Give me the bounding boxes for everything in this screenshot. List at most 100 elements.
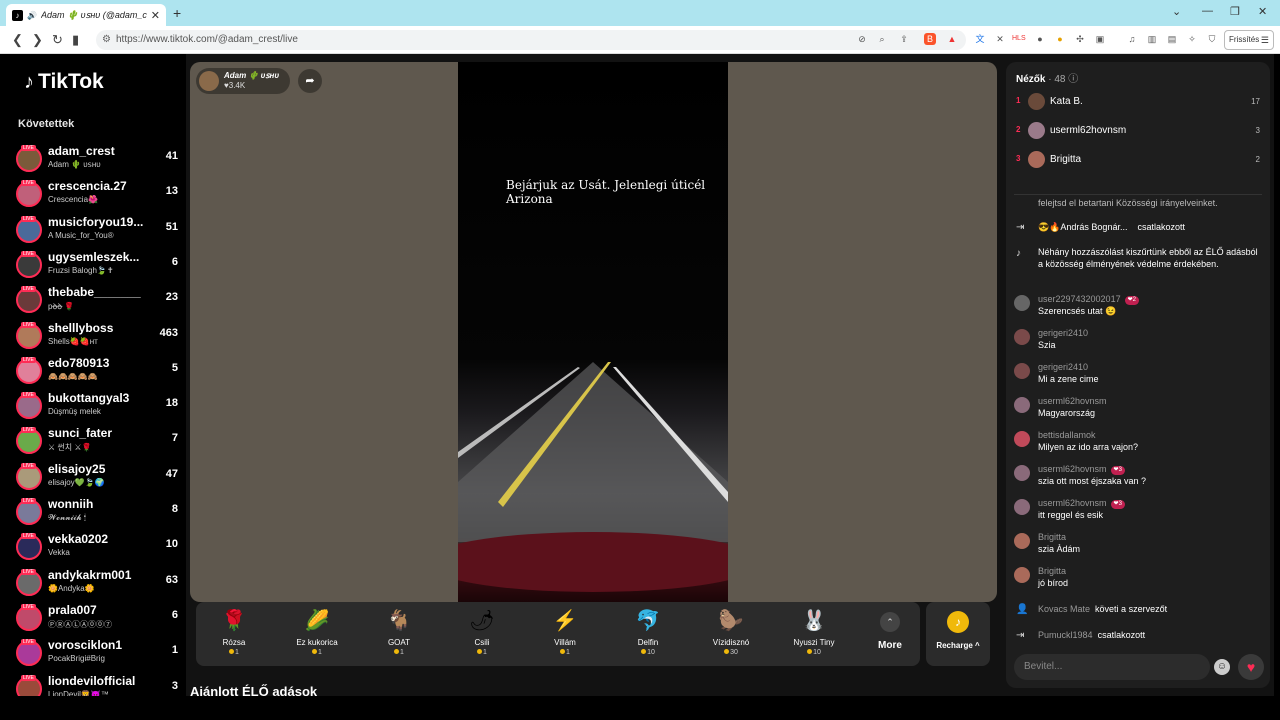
avatar[interactable]: [1014, 465, 1030, 481]
following-item[interactable]: LIVE vekka0202 Vekka 10: [16, 532, 182, 564]
gift-item[interactable]: 🌽 Ez kukorica 1: [282, 606, 352, 664]
new-tab-icon[interactable]: +: [173, 5, 181, 21]
gift-item[interactable]: 🐐 GOAT 1: [364, 606, 434, 664]
avatar[interactable]: [1014, 329, 1030, 345]
info-icon[interactable]: ⓘ: [1068, 74, 1078, 85]
media-control-icon[interactable]: ♫: [1126, 33, 1138, 45]
following-item[interactable]: LIVE shelllyboss Shells🍓🍓ʜᴛ 463: [16, 321, 182, 353]
zoom-icon[interactable]: ⌕: [876, 33, 888, 45]
update-button[interactable]: Frissítés ☰: [1224, 30, 1274, 50]
back-icon[interactable]: ❮: [12, 32, 23, 48]
avatar[interactable]: [1014, 567, 1030, 583]
live-video[interactable]: Bejárjuk az Usát. Jelenlegi úticél Arizo…: [458, 62, 728, 602]
following-item[interactable]: LIVE prala007 ⓅⓇⒶⓁⒶ⓪⓪⑦ 6: [16, 603, 182, 635]
gift-item[interactable]: 🌶 Csili 1: [447, 606, 517, 664]
avatar[interactable]: [1014, 499, 1030, 515]
host-avatar[interactable]: [199, 71, 219, 91]
join-action: csatlakozott: [1137, 222, 1186, 232]
following-item[interactable]: LIVE sunci_fater ⚔ 썬치 ⚔🌹 7: [16, 426, 182, 458]
screenshot-extension-icon[interactable]: ▣: [1094, 33, 1106, 45]
chat-username[interactable]: userml62hovnsm: [1038, 396, 1107, 406]
hls-extension-icon[interactable]: HLS: [1012, 33, 1026, 45]
recharge-button[interactable]: ♪ Recharge ^: [926, 602, 990, 666]
following-item[interactable]: LIVE ugysemleszek... Fruzsi Balogh🍃✝ 6: [16, 250, 182, 282]
recommended-live-title: Ajánlott ÉLŐ adások: [190, 684, 318, 696]
gift-item[interactable]: 🐬 Delfin 10: [613, 606, 683, 664]
following-item[interactable]: LIVE bukottangyal3 Dùşmüş melek 18: [16, 391, 182, 423]
brave-shield-icon[interactable]: B: [924, 33, 936, 45]
x-extension-icon[interactable]: ✕: [994, 33, 1006, 45]
viewer-name: Kata B.: [1050, 96, 1083, 107]
gift-item[interactable]: ⚡ Villám 1: [530, 606, 600, 664]
avatar[interactable]: [1028, 122, 1045, 139]
following-item[interactable]: LIVE vorosciklon1 PocakBrigi#Brig 1: [16, 638, 182, 670]
puzzle-extension-icon[interactable]: ✣: [1074, 33, 1086, 45]
chat-username[interactable]: userml62hovnsm ❤3: [1038, 498, 1125, 509]
following-item[interactable]: LIVE thebabe_______ pꝺ̶ꝺ̶ 🌹 23: [16, 285, 182, 317]
reload-icon[interactable]: ↻: [52, 32, 63, 48]
avatar[interactable]: [1014, 533, 1030, 549]
browser-tab[interactable]: ♪ 🔊 Adam 🌵 ᴜꜱʜᴜ (@adam_crest ✕: [6, 4, 166, 26]
rewards-icon[interactable]: ▲: [946, 33, 958, 45]
gift-item[interactable]: 🦫 Vízidisznó 30: [696, 606, 766, 664]
top-viewer-row[interactable]: 2 userml62hovnsm 3: [1016, 121, 1260, 141]
translate-off-icon[interactable]: ⊘: [856, 33, 868, 45]
restore-icon[interactable]: ❐: [1230, 5, 1240, 18]
follow-user[interactable]: Kovacs Mate: [1038, 604, 1090, 614]
tab-search-icon[interactable]: ⌄: [1172, 5, 1181, 18]
avatar[interactable]: [1014, 295, 1030, 311]
color-extension-icon[interactable]: ●: [1054, 33, 1066, 45]
live-player[interactable]: Bejárjuk az Usát. Jelenlegi úticél Arizo…: [190, 62, 997, 602]
sidebar-toggle-icon[interactable]: ▥: [1146, 33, 1158, 45]
leo-ai-icon[interactable]: ✧: [1186, 33, 1198, 45]
wallet-icon[interactable]: ▤: [1166, 33, 1178, 45]
top-viewer-row[interactable]: 3 Brigitta 2: [1016, 150, 1260, 170]
top-viewer-row[interactable]: 1 Kata B. 17: [1016, 92, 1260, 112]
avatar[interactable]: [1014, 397, 1030, 413]
avatar[interactable]: [1014, 363, 1030, 379]
join-user[interactable]: 😎🔥András Bognár...: [1038, 222, 1127, 232]
share-icon[interactable]: ➦: [298, 69, 322, 93]
close-tab-icon[interactable]: ✕: [151, 9, 160, 22]
following-item[interactable]: LIVE liondevilofficial LionDevil🦁😈™ 3: [16, 674, 182, 696]
avatar[interactable]: [1028, 93, 1045, 110]
following-item[interactable]: LIVE edo780913 🙈🙈🙈🙈🙈 5: [16, 356, 182, 388]
site-info-icon[interactable]: ⚙: [102, 30, 111, 50]
chat-username[interactable]: gerigeri2410: [1038, 328, 1088, 338]
following-item[interactable]: LIVE crescencia.27 Crescencia🌺 13: [16, 179, 182, 211]
following-item[interactable]: LIVE elisajoy25 elisajoy💚🍃🌍 47: [16, 462, 182, 494]
close-window-icon[interactable]: ✕: [1258, 5, 1267, 18]
following-item[interactable]: LIVE andykakrm001 🌼Andyka🌼 63: [16, 568, 182, 600]
chat-username[interactable]: Brigitta: [1038, 532, 1066, 542]
heart-icon[interactable]: ♥: [1238, 654, 1264, 680]
chat-username[interactable]: Brigitta: [1038, 566, 1066, 576]
chat-message: userml62hovnsm Magyarország: [1014, 396, 1262, 424]
chat-username[interactable]: bettisdallamok: [1038, 430, 1096, 440]
gift-item[interactable]: 🌹 Rózsa 1: [199, 606, 269, 664]
chat-input[interactable]: Bevitel...: [1014, 654, 1210, 680]
host-info[interactable]: Adam 🌵 ᴜꜱʜᴜ ♥3.4K: [196, 68, 290, 94]
minimize-icon[interactable]: —: [1202, 5, 1213, 17]
forward-icon[interactable]: ❯: [32, 32, 43, 48]
chat-username[interactable]: userml62hovnsm ❤3: [1038, 464, 1125, 475]
emoji-icon[interactable]: ☺: [1214, 659, 1230, 675]
chat-username[interactable]: user2297432002017 ❤2: [1038, 294, 1139, 305]
avatar[interactable]: [1028, 151, 1045, 168]
tiktok-logo[interactable]: ♪ TikTok: [24, 70, 104, 94]
following-item[interactable]: LIVE adam_crest Adam 🌵 ᴜꜱʜᴜ 41: [16, 144, 182, 176]
vpn-icon[interactable]: ⛉: [1206, 33, 1218, 45]
following-item[interactable]: LIVE wonniih 𝓦𝓸𝓷𝓷𝓲𝓲𝓱 🕯 8: [16, 497, 182, 529]
gift-item[interactable]: 🐰 Nyuszi Tiny 10: [779, 606, 849, 664]
join-user-2[interactable]: Pumuckl1984: [1038, 630, 1093, 640]
chat-username[interactable]: gerigeri2410: [1038, 362, 1088, 372]
extension-icon[interactable]: ●: [1034, 33, 1046, 45]
more-gifts-button[interactable]: ⌃ More: [868, 606, 912, 662]
following-item[interactable]: LIVE musicforyou19... A Music_for_You® 51: [16, 215, 182, 247]
bookmark-icon[interactable]: ▮: [72, 32, 79, 48]
avatar[interactable]: [1014, 431, 1030, 447]
address-bar[interactable]: ⚙ https://www.tiktok.com/@adam_crest/liv…: [96, 30, 966, 50]
share-page-icon[interactable]: ⇪: [898, 33, 910, 45]
following-name: adam_crest: [48, 144, 115, 158]
translate-icon[interactable]: 文: [974, 33, 986, 45]
chat-text: jó bírod: [1038, 578, 1069, 588]
